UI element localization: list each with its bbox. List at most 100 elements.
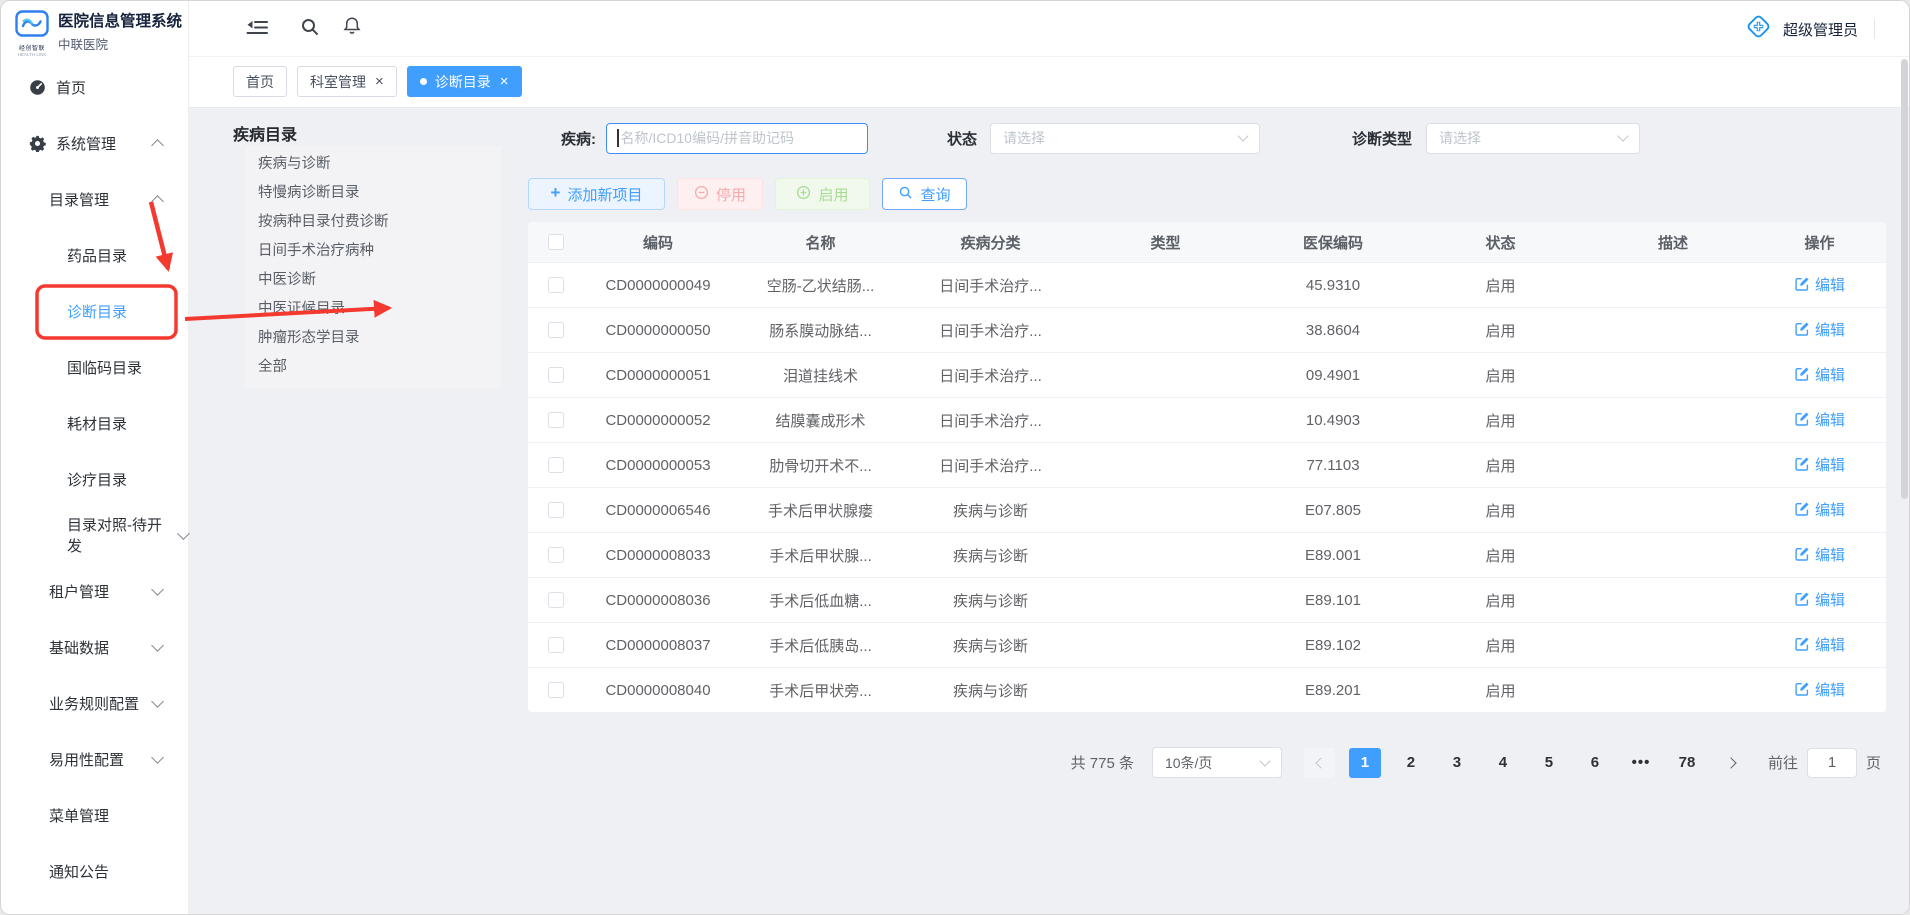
edit-button[interactable]: 编辑	[1794, 409, 1845, 430]
prev-page-button[interactable]	[1304, 748, 1335, 778]
cell-insurance-code: E07.805	[1258, 502, 1408, 519]
tab-label: 科室管理	[310, 72, 366, 92]
status-select[interactable]: 请选择	[990, 123, 1260, 154]
cell-category: 日间手术治疗...	[908, 410, 1073, 431]
sidebar-item-label: 诊疗目录	[67, 469, 127, 490]
sidebar-item-home[interactable]: 首页	[1, 59, 188, 115]
sidebar-item-usability-config[interactable]: 易用性配置	[1, 731, 188, 787]
total-count: 共 775 条	[1071, 752, 1134, 773]
page-button-3[interactable]: 3	[1441, 748, 1473, 778]
cell-status: 启用	[1408, 275, 1593, 296]
close-icon[interactable]: ×	[500, 74, 509, 89]
submenu-item-tcm-syndrome[interactable]: 中医证候目录	[245, 295, 501, 324]
cell-name: 手术后低胰岛...	[733, 635, 908, 656]
select-all-checkbox[interactable]	[548, 234, 564, 250]
page-size-select[interactable]: 10条/页	[1152, 747, 1282, 778]
row-checkbox[interactable]	[548, 367, 564, 383]
topbar: 超级管理员	[189, 1, 1909, 57]
submenu-item-all[interactable]: 全部	[245, 353, 501, 382]
page-button-4[interactable]: 4	[1487, 748, 1519, 778]
row-checkbox[interactable]	[548, 277, 564, 293]
edit-button[interactable]: 编辑	[1794, 544, 1845, 565]
row-checkbox[interactable]	[548, 412, 564, 428]
tab-department-management[interactable]: 科室管理 ×	[297, 66, 397, 97]
next-page-button[interactable]	[1717, 748, 1748, 778]
row-checkbox[interactable]	[548, 682, 564, 698]
notification-bell-icon[interactable]	[342, 16, 362, 41]
main-panel: 疾病: 名称/ICD10编码/拼音助记码 状态 请选择 诊断类型 请选择	[528, 108, 1886, 914]
edit-button[interactable]: 编辑	[1794, 319, 1845, 340]
sidebar-item-menu-management[interactable]: 菜单管理	[1, 787, 188, 843]
user-menu[interactable]: 超级管理员	[1745, 1, 1909, 57]
submenu-item-special-chronic[interactable]: 特慢病诊断目录	[245, 179, 501, 208]
row-checkbox[interactable]	[548, 502, 564, 518]
edit-button[interactable]: 编辑	[1794, 364, 1845, 385]
table-header-row: 编码名称疾病分类类型医保编码状态描述操作	[528, 222, 1886, 262]
row-checkbox[interactable]	[548, 637, 564, 653]
row-checkbox[interactable]	[548, 592, 564, 608]
tab-label: 诊断目录	[435, 72, 491, 92]
sidebar-item-diagnosis-catalog[interactable]: 诊断目录	[1, 283, 188, 339]
vertical-scrollbar[interactable]	[1901, 59, 1908, 499]
page-button-6[interactable]: 6	[1579, 748, 1611, 778]
column-header-status: 状态	[1408, 232, 1593, 253]
search-icon[interactable]	[300, 17, 320, 42]
sidebar-item-notice[interactable]: 通知公告	[1, 843, 188, 899]
submenu-item-tcm-diagnosis[interactable]: 中医诊断	[245, 266, 501, 295]
disease-search-input[interactable]: 名称/ICD10编码/拼音助记码	[606, 123, 868, 154]
sidebar-item-label: 国临码目录	[67, 357, 142, 378]
dashboard-icon	[29, 79, 46, 96]
cell-status: 启用	[1408, 410, 1593, 431]
row-checkbox[interactable]	[548, 322, 564, 338]
query-button[interactable]: 查询	[882, 178, 967, 210]
cell-code: CD0000006546	[583, 502, 733, 519]
sidebar-item-system-management[interactable]: 系统管理	[1, 115, 188, 171]
submenu-item-pay-by-disease[interactable]: 按病种目录付费诊断	[245, 208, 501, 237]
submenu-item-day-surgery[interactable]: 日间手术治疗病种	[245, 237, 501, 266]
page-button-78[interactable]: 78	[1671, 748, 1703, 778]
edit-button[interactable]: 编辑	[1794, 589, 1845, 610]
edit-button[interactable]: 编辑	[1794, 454, 1845, 475]
chevron-down-icon	[1617, 130, 1628, 141]
edit-button[interactable]: 编辑	[1794, 679, 1845, 700]
row-checkbox[interactable]	[548, 457, 564, 473]
menu-fold-icon[interactable]	[246, 18, 268, 42]
sidebar-item-business-rules[interactable]: 业务规则配置	[1, 675, 188, 731]
submenu-item-tumor-morphology[interactable]: 肿瘤形态学目录	[245, 324, 501, 353]
disable-button[interactable]: 停用	[677, 178, 763, 210]
enable-button[interactable]: 启用	[775, 178, 870, 210]
tab-diagnosis-catalog[interactable]: 诊断目录 ×	[407, 66, 522, 97]
sidebar-item-basic-data[interactable]: 基础数据	[1, 619, 188, 675]
sidebar-item-national-code-catalog[interactable]: 国临码目录	[1, 339, 188, 395]
sidebar-item-catalog-compare[interactable]: 目录对照-待开发	[1, 507, 188, 563]
gear-icon	[29, 135, 46, 152]
edit-button[interactable]: 编辑	[1794, 274, 1845, 295]
diagnosis-table: 编码名称疾病分类类型医保编码状态描述操作 CD0000000049空肠-乙状结肠…	[528, 222, 1886, 712]
page-button-2[interactable]: 2	[1395, 748, 1427, 778]
submenu-item-disease-and-diagnosis[interactable]: 疾病与诊断	[245, 150, 501, 179]
chevron-down-icon	[1259, 755, 1270, 766]
cell-name: 手术后低血糖...	[733, 590, 908, 611]
sidebar-item-label: 药品目录	[67, 245, 127, 266]
edit-icon	[1794, 501, 1810, 517]
cell-code: CD0000008037	[583, 637, 733, 654]
edit-button[interactable]: 编辑	[1794, 499, 1845, 520]
sidebar-item-treatment-catalog[interactable]: 诊疗目录	[1, 451, 188, 507]
page-button-1[interactable]: 1	[1349, 748, 1381, 778]
page-button-5[interactable]: 5	[1533, 748, 1565, 778]
tab-home[interactable]: 首页	[233, 66, 287, 97]
diagnosis-type-select[interactable]: 请选择	[1426, 123, 1640, 154]
add-item-button[interactable]: + 添加新项目	[528, 178, 665, 210]
goto-page-input[interactable]	[1807, 748, 1857, 778]
page-ellipsis[interactable]: •••	[1625, 748, 1657, 778]
close-icon[interactable]: ×	[375, 74, 384, 89]
row-checkbox[interactable]	[548, 547, 564, 563]
sidebar-item-consumable-catalog[interactable]: 耗材目录	[1, 395, 188, 451]
disease-filter-label: 疾病:	[561, 128, 596, 149]
sidebar-item-label: 目录管理	[49, 189, 109, 210]
sidebar-item-tenant-management[interactable]: 租户管理	[1, 563, 188, 619]
cell-name: 手术后甲状旁...	[733, 680, 908, 701]
edit-button[interactable]: 编辑	[1794, 634, 1845, 655]
sidebar-item-drug-catalog[interactable]: 药品目录	[1, 227, 188, 283]
sidebar-item-catalog-management[interactable]: 目录管理	[1, 171, 188, 227]
